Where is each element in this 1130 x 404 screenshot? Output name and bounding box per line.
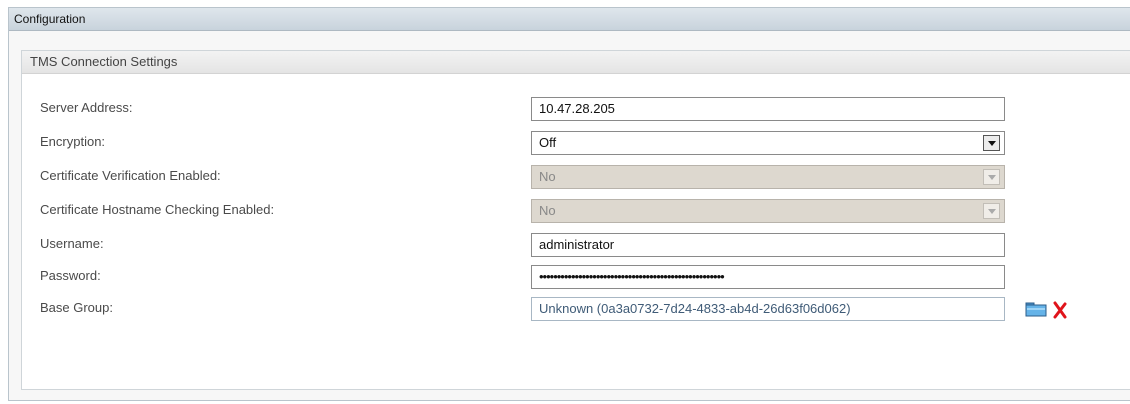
cert-hostname-label: Certificate Hostname Checking Enabled:: [40, 202, 275, 217]
configuration-header: Configuration: [9, 8, 1130, 31]
cert-verification-select: No: [531, 165, 1005, 189]
server-address-input[interactable]: 10.47.28.205: [531, 97, 1005, 121]
chevron-down-icon: [983, 169, 1000, 185]
top-strip: [0, 0, 1130, 7]
username-input[interactable]: administrator: [531, 233, 1005, 257]
section-title: TMS Connection Settings: [22, 51, 1130, 74]
cert-hostname-value: No: [539, 203, 556, 218]
folder-icon[interactable]: [1025, 301, 1047, 317]
base-group-input[interactable]: Unknown (0a3a0732-7d24-4833-ab4d-26d63f0…: [531, 297, 1005, 321]
cert-verification-label: Certificate Verification Enabled:: [40, 168, 221, 183]
cert-verification-row: Certificate Verification Enabled: No: [22, 165, 1122, 191]
encryption-select[interactable]: Off: [531, 131, 1005, 155]
encryption-row: Encryption: Off: [22, 131, 1122, 157]
server-address-label: Server Address:: [40, 100, 133, 115]
folder-icon-graphic: [1025, 302, 1047, 317]
delete-icon-graphic: [1053, 301, 1067, 319]
base-group-label: Base Group:: [40, 300, 113, 315]
username-label: Username:: [40, 236, 104, 251]
cert-hostname-select: No: [531, 199, 1005, 223]
chevron-down-icon[interactable]: [983, 135, 1000, 151]
cert-hostname-row: Certificate Hostname Checking Enabled: N…: [22, 199, 1122, 225]
encryption-label: Encryption:: [40, 134, 106, 149]
cert-verification-value: No: [539, 169, 556, 184]
server-address-row: Server Address: 10.47.28.205: [22, 97, 1122, 123]
delete-icon[interactable]: [1052, 301, 1068, 319]
encryption-value: Off: [539, 135, 557, 150]
tms-connection-settings-section: TMS Connection Settings Server Address: …: [21, 50, 1130, 390]
password-row: Password: ••••••••••••••••••••••••••••••…: [22, 265, 1122, 291]
password-input[interactable]: ••••••••••••••••••••••••••••••••••••••••…: [531, 265, 1005, 289]
username-row: Username: administrator: [22, 233, 1122, 259]
password-label: Password:: [40, 268, 101, 283]
configuration-panel: Configuration TMS Connection Settings Se…: [8, 7, 1130, 401]
chevron-down-icon: [983, 203, 1000, 219]
base-group-row: Base Group: Unknown (0a3a0732-7d24-4833-…: [22, 297, 1122, 323]
